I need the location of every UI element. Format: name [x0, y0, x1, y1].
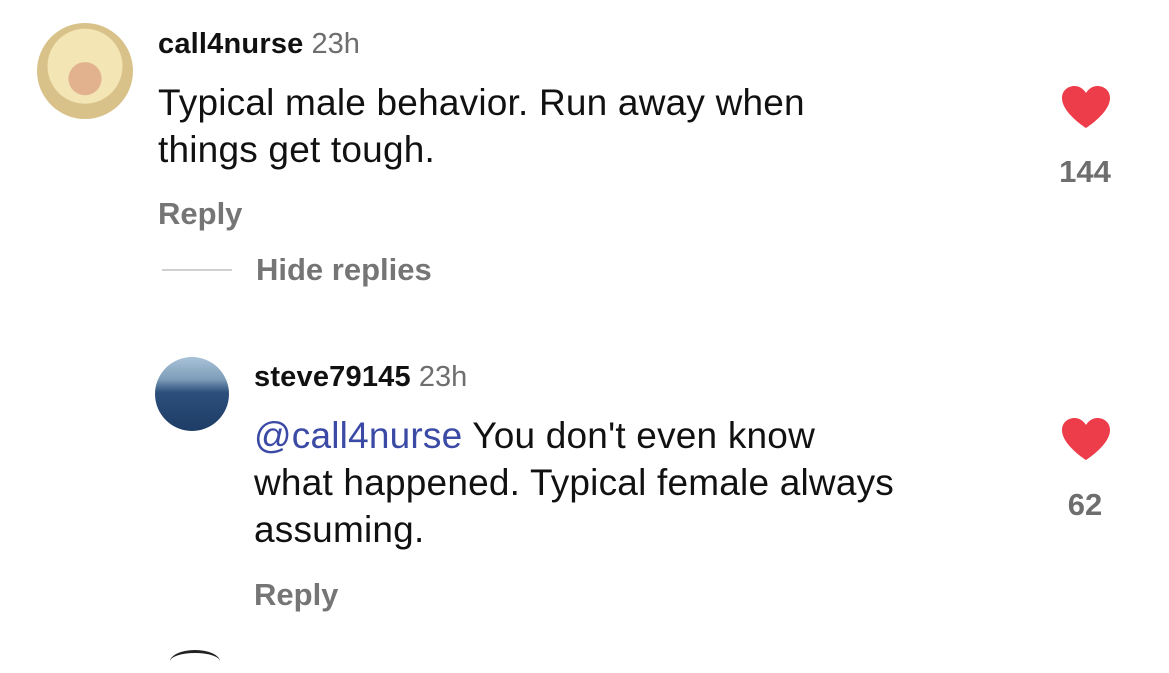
hide-replies-button[interactable]: Hide replies: [256, 252, 432, 288]
comment-text-line: assuming.: [254, 509, 425, 550]
username[interactable]: steve79145: [254, 361, 411, 393]
reply-text: @call4nurse You don't even know what hap…: [254, 412, 1024, 553]
comment-text-segment: You don't even know: [462, 415, 815, 456]
divider: [162, 269, 232, 271]
comment-text-line: Typical male behavior. Run away when: [158, 82, 805, 123]
comment-header: call4nurse 23h: [158, 28, 360, 61]
reply-button[interactable]: Reply: [158, 196, 242, 232]
mention-link[interactable]: @call4nurse: [254, 415, 462, 456]
timestamp: 23h: [311, 28, 360, 60]
comment-text: Typical male behavior. Run away when thi…: [158, 79, 978, 173]
heart-icon[interactable]: [1060, 84, 1112, 130]
comment-text-line: what happened. Typical female always: [254, 462, 895, 503]
like-count: 144: [1059, 154, 1111, 189]
comment-text-line: @call4nurse You don't even know: [254, 412, 1024, 459]
username[interactable]: call4nurse: [158, 28, 303, 60]
timestamp: 23h: [418, 361, 468, 393]
reply-header: steve79145 23h: [254, 361, 467, 394]
avatar[interactable]: [37, 23, 133, 119]
heart-icon[interactable]: [1060, 416, 1112, 462]
like-count: 62: [1067, 487, 1103, 522]
comment-text-line: things get tough.: [158, 129, 435, 170]
avatar[interactable]: [170, 650, 220, 673]
avatar[interactable]: [155, 357, 229, 431]
reply-button[interactable]: Reply: [254, 577, 338, 613]
